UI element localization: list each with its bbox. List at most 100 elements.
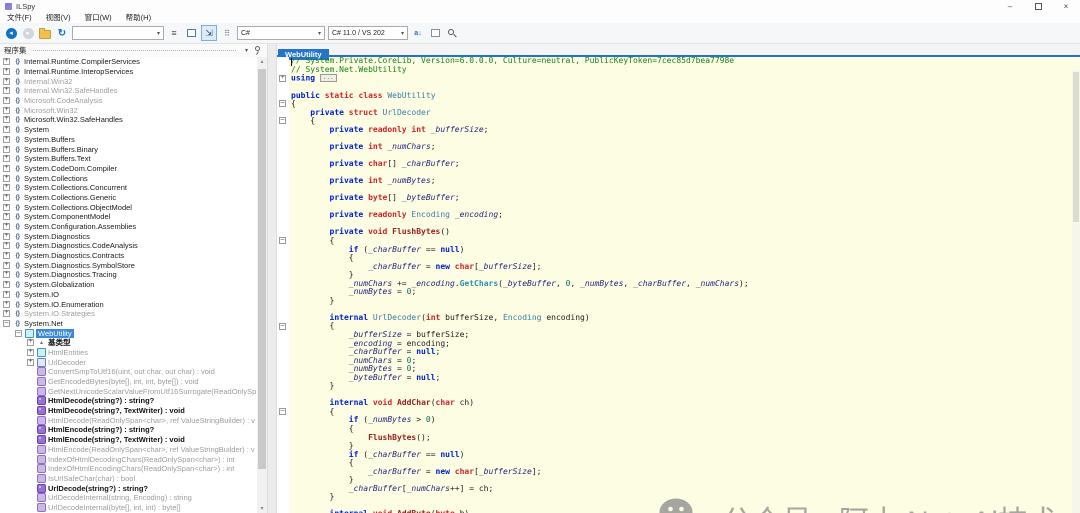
tree-item[interactable]: +{}System.Collections [0, 173, 257, 183]
tree-scrollbar[interactable]: ▴ ▾ [257, 57, 267, 513]
tree-item[interactable]: UrlDecode(string?) : string? [0, 483, 257, 493]
toggle-internal-api-button[interactable]: ≡ [167, 26, 181, 41]
panel-splitter[interactable] [267, 44, 277, 513]
expand-icon[interactable]: + [27, 359, 34, 366]
expand-icon[interactable]: + [3, 87, 10, 94]
tree-item[interactable]: +{}System.Buffers.Text [0, 154, 257, 164]
pin-icon[interactable] [253, 46, 261, 55]
tree-item[interactable]: +{}System.Diagnostics.SymbolStore [0, 260, 257, 270]
tree-item[interactable]: –WebUtility [0, 328, 257, 338]
expand-icon[interactable]: + [3, 58, 10, 65]
tree-item[interactable]: HtmlEncode(string?, TextWriter) : void [0, 435, 257, 445]
tree-item[interactable]: –{}System.Net [0, 319, 257, 329]
expand-icon[interactable]: + [3, 252, 10, 259]
panel-grip[interactable] [33, 50, 236, 51]
expand-icon[interactable]: + [3, 78, 10, 85]
tree-item[interactable]: +{}System.Buffers.Binary [0, 144, 257, 154]
menu-item[interactable]: 帮助(H) [119, 12, 158, 23]
forward-button[interactable]: ▸ [21, 26, 35, 41]
tree-item[interactable]: +{}System.Diagnostics.Contracts [0, 251, 257, 261]
tree-item[interactable]: IndexOfHtmlDecodingChars(ReadOnlySpan<ch… [0, 454, 257, 464]
tree-item[interactable]: HtmlDecode(string?, TextWriter) : void [0, 406, 257, 416]
expand-icon[interactable]: + [3, 146, 10, 153]
expand-icon[interactable]: + [3, 194, 10, 201]
expand-icon[interactable]: + [3, 301, 10, 308]
tree-item[interactable]: +{}System.Collections.Concurrent [0, 183, 257, 193]
tree-item[interactable]: +{}Microsoft.Win32.SafeHandles [0, 115, 257, 125]
expand-icon[interactable]: + [3, 97, 10, 104]
sort-members-button[interactable]: a↓ [411, 26, 425, 41]
collapse-icon[interactable]: – [15, 330, 22, 337]
code-scrollbar-thumb[interactable] [1073, 72, 1079, 222]
expand-icon[interactable]: + [3, 175, 10, 182]
tree-item[interactable]: +UrlDecoder [0, 357, 257, 367]
open-new-tab-button[interactable] [184, 26, 198, 41]
tree-item[interactable]: +HtmlEntities [0, 348, 257, 358]
tree-item[interactable]: +{}System.Collections.Generic [0, 193, 257, 203]
tree-item[interactable]: HtmlEncode(string?) : string? [0, 425, 257, 435]
expand-icon[interactable]: + [3, 223, 10, 230]
expand-icon[interactable]: + [3, 291, 10, 298]
tree-item[interactable]: +{}Microsoft.Win32 [0, 105, 257, 115]
fold-collapse-icon[interactable]: – [279, 237, 286, 244]
tree-item[interactable]: +{}System.Buffers [0, 135, 257, 145]
tree-item[interactable]: HtmlDecode(string?) : string? [0, 396, 257, 406]
expand-icon[interactable]: + [3, 233, 10, 240]
tree-item[interactable]: +{}System [0, 125, 257, 135]
maximize-button[interactable] [1024, 0, 1052, 12]
code-scrollbar[interactable] [1072, 70, 1080, 513]
tree-item[interactable]: +{}System.ComponentModel [0, 212, 257, 222]
tree-item[interactable]: +{}System.IO.Strategies [0, 309, 257, 319]
fold-collapse-icon[interactable]: – [279, 323, 286, 330]
tree-item[interactable]: +{}System.Diagnostics.CodeAnalysis [0, 241, 257, 251]
expand-icon[interactable]: + [27, 339, 34, 346]
show-all-members-button[interactable]: ⠿ [220, 26, 234, 41]
dock-editor-button[interactable]: ⇲ [201, 25, 217, 41]
open-file-button[interactable] [38, 26, 52, 41]
close-button[interactable]: × [1052, 0, 1080, 12]
tree-item[interactable]: +{}System.Diagnostics.Tracing [0, 270, 257, 280]
tree-item[interactable]: +{}System.Configuration.Assemblies [0, 222, 257, 232]
expand-icon[interactable]: + [3, 68, 10, 75]
tree-item[interactable]: UrlDecodeInternal(string, Encoding) : st… [0, 493, 257, 503]
scroll-down-icon[interactable]: ▾ [257, 505, 267, 512]
fold-collapse-icon[interactable]: – [279, 100, 286, 107]
expand-icon[interactable]: + [3, 126, 10, 133]
tree-item[interactable]: +{}Internal.Win32 [0, 76, 257, 86]
expand-icon[interactable]: + [3, 204, 10, 211]
tree-item[interactable]: +▴基类型 [0, 338, 257, 348]
menu-item[interactable]: 文件(F) [0, 12, 39, 23]
panel-menu-dropdown-icon[interactable]: ▾ [242, 47, 251, 54]
tree-item[interactable]: +{}Internal.Runtime.CompilerServices [0, 57, 257, 67]
tree-item[interactable]: UrlDecodeInternal(byte[], int, int) : by… [0, 503, 257, 513]
back-button[interactable]: ◂ [4, 26, 18, 41]
expand-icon[interactable]: + [3, 310, 10, 317]
expand-icon[interactable]: + [3, 116, 10, 123]
tree-item[interactable]: +{}System.Diagnostics [0, 231, 257, 241]
expand-icon[interactable]: + [3, 242, 10, 249]
expand-icon[interactable]: + [3, 271, 10, 278]
language-version-combobox[interactable]: C# 11.0 / VS 202▾ [328, 26, 408, 40]
tree-item[interactable]: HtmlEncode(ReadOnlySpan<char>, ref Value… [0, 445, 257, 455]
tree-item[interactable]: +{}Internal.Win32.SafeHandles [0, 86, 257, 96]
fold-expand-icon[interactable]: + [279, 75, 286, 82]
tree-item[interactable]: +{}System.IO [0, 290, 257, 300]
tree-item[interactable]: +{}System.Collections.ObjectModel [0, 202, 257, 212]
fold-collapse-icon[interactable]: – [279, 117, 286, 124]
tree-item[interactable]: +{}Internal.Runtime.InteropServices [0, 67, 257, 77]
expand-icon[interactable]: + [3, 281, 10, 288]
language-combobox[interactable]: C#▾ [237, 26, 325, 40]
scroll-up-icon[interactable]: ▴ [257, 58, 267, 65]
expand-icon[interactable]: + [3, 107, 10, 114]
reload-assemblies-button[interactable]: ↻ [55, 26, 69, 41]
search-button[interactable] [445, 26, 459, 41]
tree-item[interactable]: +{}System.CodeDom.Compiler [0, 164, 257, 174]
expand-icon[interactable]: + [3, 184, 10, 191]
tree-item[interactable]: IsUrlSafeChar(char) : bool [0, 474, 257, 484]
expand-icon[interactable]: + [3, 165, 10, 172]
minimize-button[interactable]: – [996, 0, 1024, 12]
new-window-button[interactable] [428, 26, 442, 41]
expand-icon[interactable]: + [27, 349, 34, 356]
expand-icon[interactable]: + [3, 213, 10, 220]
tree-item[interactable]: +{}Microsoft.CodeAnalysis [0, 96, 257, 106]
